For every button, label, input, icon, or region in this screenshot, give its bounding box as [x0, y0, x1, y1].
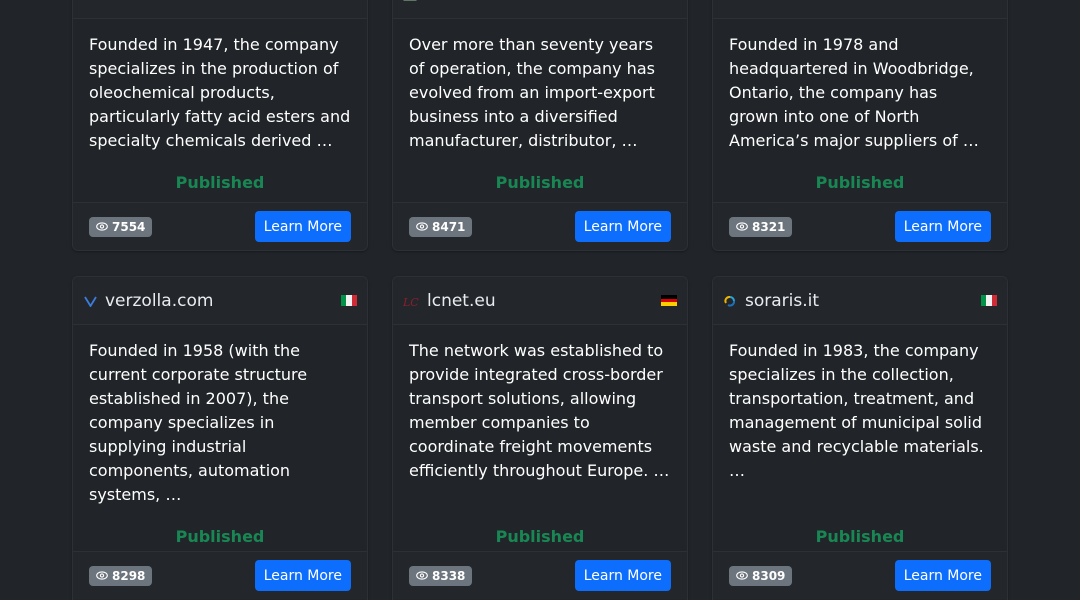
eye-icon [736, 222, 748, 231]
company-description: Founded in 1958 (with the current corpor… [89, 341, 308, 504]
status-badge: Published [175, 527, 265, 546]
learn-more-button[interactable]: Learn More [254, 560, 351, 591]
card-body: Founded in 1958 (with the current corpor… [73, 325, 367, 546]
card-header: verzolla.com [73, 277, 367, 325]
company-card: Founded in 1947, the company specializes… [72, 0, 368, 251]
card-body: Founded in 1978 and headquartered in Woo… [713, 19, 1007, 192]
learn-more-button[interactable]: Learn More [894, 560, 991, 591]
company-card: verzolla.com Founded in 1958 (with the c… [72, 276, 368, 600]
card-header [73, 0, 367, 19]
company-card: soraris.it Founded in 1983, the company … [712, 276, 1008, 600]
card-body: Founded in 1983, the company specializes… [713, 325, 1007, 546]
card-footer: 8321 Learn More [713, 202, 1007, 250]
company-description: Founded in 1947, the company specializes… [89, 35, 351, 150]
views-count: 7554 [112, 219, 146, 234]
italy-flag-icon [981, 295, 997, 306]
company-description: Founded in 1983, the company specializes… [729, 341, 984, 480]
company-description: Founded in 1978 and headquartered in Woo… [729, 35, 979, 150]
italy-flag-icon [341, 295, 357, 306]
views-badge: 8471 [409, 216, 473, 237]
germany-flag-icon [661, 295, 677, 307]
eye-icon [416, 222, 428, 231]
status-badge: Published [495, 527, 585, 546]
views-badge: 8309 [729, 565, 793, 586]
card-header: soraris.it [713, 277, 1007, 325]
site-name[interactable]: verzolla.com [105, 291, 341, 311]
site-name[interactable]: lcnet.eu [427, 291, 661, 311]
company-description: The network was established to provide i… [409, 341, 670, 480]
soraris-logo-icon [723, 294, 737, 308]
views-count: 8309 [752, 568, 786, 583]
learn-more-button[interactable]: Learn More [254, 211, 351, 242]
lcnet-logo-icon: LC [403, 294, 419, 308]
card-footer: 8471 Learn More [393, 202, 687, 250]
card-header [393, 0, 687, 19]
eye-icon [96, 222, 108, 231]
site-name[interactable]: soraris.it [745, 291, 981, 311]
views-count: 8338 [432, 568, 466, 583]
eye-icon [736, 571, 748, 580]
learn-more-button[interactable]: Learn More [574, 211, 671, 242]
views-badge: 8338 [409, 565, 473, 586]
eye-icon [416, 571, 428, 580]
learn-more-button[interactable]: Learn More [574, 560, 671, 591]
eye-icon [96, 571, 108, 580]
card-footer: 7554 Learn More [73, 202, 367, 250]
views-count: 8298 [112, 568, 146, 583]
views-count: 8321 [752, 219, 786, 234]
verzolla-logo-icon [83, 294, 97, 308]
learn-more-button[interactable]: Learn More [894, 211, 991, 242]
company-description: Over more than seventy years of operatio… [409, 35, 655, 150]
views-badge: 7554 [89, 216, 153, 237]
status-badge: Published [815, 173, 905, 192]
card-grid: Founded in 1947, the company specializes… [0, 0, 1080, 600]
card-header: LC lcnet.eu [393, 277, 687, 325]
company-card: Over more than seventy years of operatio… [392, 0, 688, 251]
card-footer: 8338 Learn More [393, 551, 687, 599]
svg-text:LC: LC [403, 296, 419, 307]
site-logo-icon [83, 0, 97, 2]
views-badge: 8298 [89, 565, 153, 586]
views-count: 8471 [432, 219, 466, 234]
company-card: LC lcnet.eu The network was established … [392, 276, 688, 600]
status-badge: Published [815, 527, 905, 546]
status-badge: Published [175, 173, 265, 192]
views-badge: 8321 [729, 216, 793, 237]
site-logo-icon [723, 0, 737, 2]
site-logo-icon [403, 0, 417, 2]
card-body: Over more than seventy years of operatio… [393, 19, 687, 192]
status-badge: Published [495, 173, 585, 192]
card-footer: 8298 Learn More [73, 551, 367, 599]
card-footer: 8309 Learn More [713, 551, 1007, 599]
card-header [713, 0, 1007, 19]
card-body: The network was established to provide i… [393, 325, 687, 546]
company-card: Founded in 1978 and headquartered in Woo… [712, 0, 1008, 251]
card-body: Founded in 1947, the company specializes… [73, 19, 367, 192]
